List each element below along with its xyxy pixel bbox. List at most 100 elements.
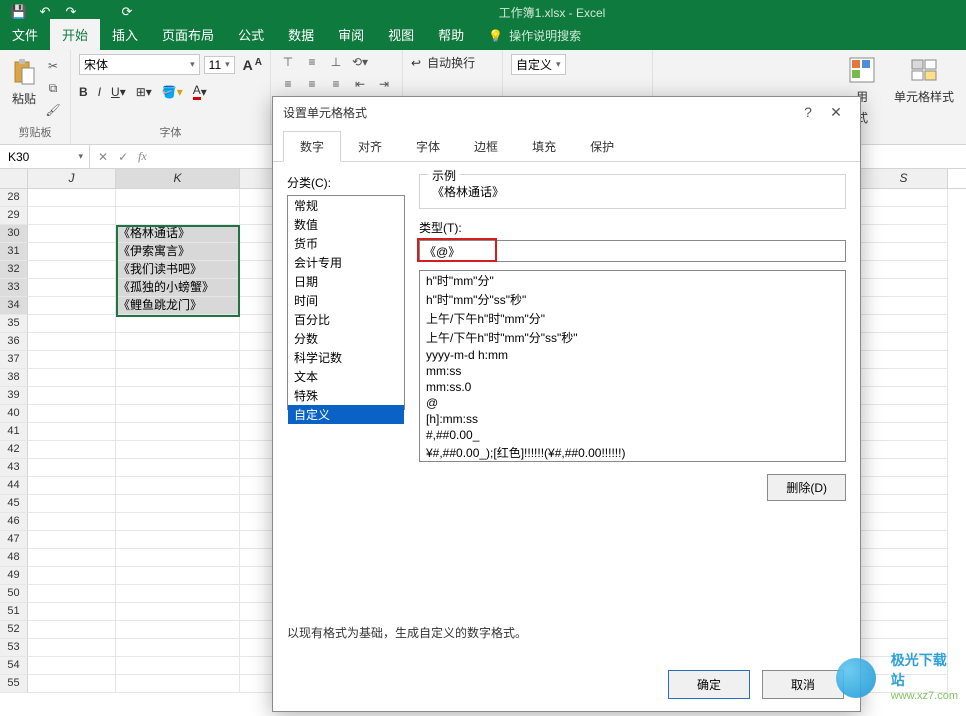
cell[interactable] bbox=[860, 261, 948, 279]
cell[interactable] bbox=[116, 423, 240, 441]
cell[interactable] bbox=[28, 351, 116, 369]
tab-file[interactable]: 文件 bbox=[0, 19, 50, 50]
tab-data[interactable]: 数据 bbox=[276, 19, 326, 50]
cell[interactable] bbox=[860, 477, 948, 495]
cell[interactable] bbox=[860, 369, 948, 387]
dtab-alignment[interactable]: 对齐 bbox=[341, 131, 399, 161]
cell[interactable] bbox=[116, 351, 240, 369]
cell[interactable] bbox=[860, 531, 948, 549]
cell[interactable] bbox=[28, 531, 116, 549]
col-header-k[interactable]: K bbox=[116, 169, 240, 188]
cell[interactable]: 《格林通话》 bbox=[116, 225, 240, 243]
delete-button[interactable]: 删除(D) bbox=[767, 474, 846, 501]
category-item[interactable]: 日期 bbox=[288, 272, 404, 291]
font-color-button[interactable]: A▾ bbox=[193, 83, 207, 100]
font-grow-shrink[interactable]: AA bbox=[243, 57, 262, 73]
tab-layout[interactable]: 页面布局 bbox=[150, 19, 226, 50]
decrease-font-icon[interactable]: A bbox=[255, 57, 262, 73]
row-header[interactable]: 47 bbox=[0, 531, 28, 549]
cell[interactable] bbox=[860, 459, 948, 477]
cell[interactable] bbox=[860, 243, 948, 261]
row-header[interactable]: 40 bbox=[0, 405, 28, 423]
cell[interactable] bbox=[28, 315, 116, 333]
cell[interactable] bbox=[28, 189, 116, 207]
row-header[interactable]: 29 bbox=[0, 207, 28, 225]
cell[interactable] bbox=[860, 405, 948, 423]
cell[interactable] bbox=[116, 531, 240, 549]
select-all-corner[interactable] bbox=[0, 169, 28, 188]
cell[interactable] bbox=[860, 189, 948, 207]
type-list-item[interactable]: [h]:mm:ss bbox=[420, 411, 845, 427]
border-button[interactable]: ⊞▾ bbox=[136, 85, 152, 99]
row-header[interactable]: 42 bbox=[0, 441, 28, 459]
type-list-item[interactable]: @ bbox=[420, 395, 845, 411]
cell[interactable] bbox=[860, 603, 948, 621]
cell[interactable] bbox=[860, 567, 948, 585]
row-header[interactable]: 51 bbox=[0, 603, 28, 621]
category-item[interactable]: 百分比 bbox=[288, 310, 404, 329]
orientation-icon[interactable]: ⟲▾ bbox=[351, 54, 369, 70]
cell[interactable] bbox=[116, 549, 240, 567]
bold-button[interactable]: B bbox=[79, 85, 88, 99]
cell[interactable] bbox=[860, 279, 948, 297]
cell[interactable] bbox=[28, 279, 116, 297]
tab-help[interactable]: 帮助 bbox=[426, 19, 476, 50]
row-header[interactable]: 35 bbox=[0, 315, 28, 333]
row-header[interactable]: 52 bbox=[0, 621, 28, 639]
cell[interactable] bbox=[116, 405, 240, 423]
cell[interactable] bbox=[28, 513, 116, 531]
cell[interactable] bbox=[116, 495, 240, 513]
cancel-button[interactable]: 取消 bbox=[762, 670, 844, 699]
cell[interactable] bbox=[860, 315, 948, 333]
cell[interactable] bbox=[116, 675, 240, 693]
cell[interactable] bbox=[116, 639, 240, 657]
cell-styles-button[interactable]: 单元格样式 bbox=[894, 56, 954, 105]
wrap-text-button[interactable]: ↩自动换行 bbox=[411, 54, 494, 71]
dtab-protection[interactable]: 保护 bbox=[573, 131, 631, 161]
cell[interactable] bbox=[116, 585, 240, 603]
dtab-border[interactable]: 边框 bbox=[457, 131, 515, 161]
cell[interactable] bbox=[28, 441, 116, 459]
cell[interactable] bbox=[860, 297, 948, 315]
cell[interactable] bbox=[860, 333, 948, 351]
row-header[interactable]: 33 bbox=[0, 279, 28, 297]
tab-home[interactable]: 开始 bbox=[50, 19, 100, 50]
category-item[interactable]: 科学记数 bbox=[288, 348, 404, 367]
align-bottom-icon[interactable]: ⊥ bbox=[327, 54, 345, 70]
row-header[interactable]: 39 bbox=[0, 387, 28, 405]
cell[interactable] bbox=[116, 369, 240, 387]
cell[interactable] bbox=[28, 495, 116, 513]
cell[interactable] bbox=[116, 315, 240, 333]
row-header[interactable]: 43 bbox=[0, 459, 28, 477]
dtab-font[interactable]: 字体 bbox=[399, 131, 457, 161]
cell[interactable] bbox=[860, 495, 948, 513]
row-header[interactable]: 49 bbox=[0, 567, 28, 585]
cell[interactable] bbox=[28, 423, 116, 441]
cell[interactable]: 《鲤鱼跳龙门》 bbox=[116, 297, 240, 315]
cell[interactable] bbox=[28, 225, 116, 243]
help-button[interactable]: ? bbox=[794, 104, 822, 120]
row-header[interactable]: 38 bbox=[0, 369, 28, 387]
row-header[interactable]: 41 bbox=[0, 423, 28, 441]
dtab-fill[interactable]: 填充 bbox=[515, 131, 573, 161]
cell[interactable] bbox=[860, 621, 948, 639]
name-box[interactable]: K30 ▾ bbox=[0, 145, 90, 168]
row-header[interactable]: 54 bbox=[0, 657, 28, 675]
cancel-formula-icon[interactable]: ✕ bbox=[98, 150, 108, 164]
cell[interactable]: 《孤独的小螃蟹》 bbox=[116, 279, 240, 297]
cell[interactable] bbox=[28, 405, 116, 423]
underline-button[interactable]: U▾ bbox=[111, 85, 126, 99]
tab-formulas[interactable]: 公式 bbox=[226, 19, 276, 50]
cell[interactable] bbox=[28, 243, 116, 261]
increase-font-icon[interactable]: A bbox=[243, 57, 253, 73]
font-name-dropdown[interactable]: 宋体▾ bbox=[79, 54, 200, 75]
cell[interactable] bbox=[28, 567, 116, 585]
cell[interactable] bbox=[28, 207, 116, 225]
cell[interactable] bbox=[116, 567, 240, 585]
category-item[interactable]: 自定义 bbox=[288, 405, 404, 424]
cell[interactable] bbox=[116, 333, 240, 351]
cell[interactable] bbox=[116, 387, 240, 405]
align-top-icon[interactable]: ⊤ bbox=[279, 54, 297, 70]
category-item[interactable]: 特殊 bbox=[288, 386, 404, 405]
align-middle-icon[interactable]: ≡ bbox=[303, 54, 321, 70]
